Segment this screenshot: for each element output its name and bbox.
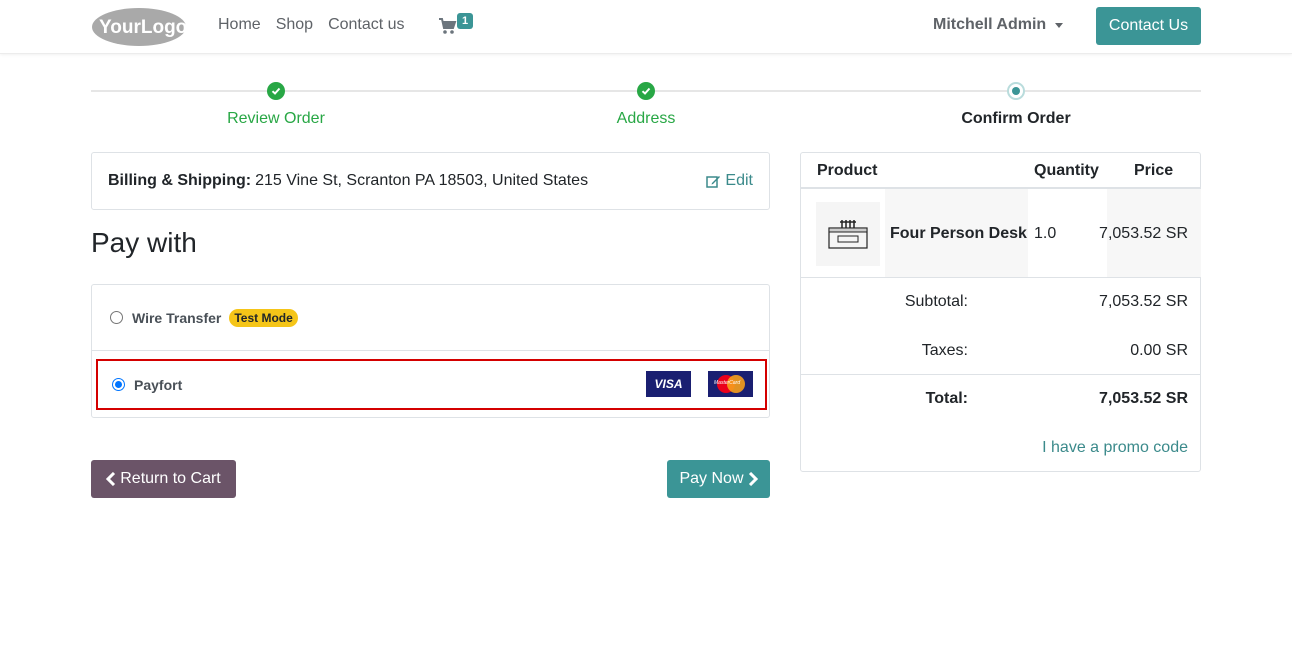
column-header-price: Price: [1134, 162, 1174, 179]
return-to-cart-button[interactable]: Return to Cart: [91, 460, 236, 498]
product-quantity: 1.0: [1034, 225, 1057, 242]
logo-text: YourLogo: [99, 17, 187, 38]
summary-table-header: Product Quantity Price: [801, 153, 1200, 189]
site-logo[interactable]: YourLogo: [91, 6, 187, 47]
edit-icon: [706, 175, 721, 188]
edit-address-link[interactable]: Edit: [706, 172, 753, 190]
contact-us-button[interactable]: Contact Us: [1096, 7, 1201, 45]
divider: [801, 374, 1200, 375]
nav-contact-us[interactable]: Contact us: [328, 16, 404, 34]
wizard-step-confirm-order: Confirm Order: [916, 82, 1116, 128]
taxes-value: 0.00 SR: [1130, 342, 1188, 359]
check-circle-icon: [637, 82, 655, 100]
product-price: 7,053.52 SR: [1099, 225, 1188, 242]
pay-now-button[interactable]: Pay Now: [667, 460, 770, 498]
payment-option-wire-transfer[interactable]: Wire Transfer Test Mode: [92, 285, 769, 351]
wizard-step-address[interactable]: Address: [546, 82, 746, 128]
step-label: Review Order: [227, 110, 325, 127]
nav-shop[interactable]: Shop: [276, 16, 313, 34]
chevron-left-icon: [106, 472, 116, 486]
payment-method-name: Wire Transfer: [132, 309, 222, 326]
product-image[interactable]: [816, 202, 880, 266]
step-label: Confirm Order: [961, 110, 1071, 127]
billing-shipping-card: Billing & Shipping: 215 Vine St, Scranto…: [91, 152, 770, 210]
cart-count-badge[interactable]: 1: [457, 13, 474, 29]
billing-address: 215 Vine St, Scranton PA 18503, United S…: [255, 172, 589, 189]
user-name: Mitchell Admin: [933, 16, 1047, 33]
nav-home[interactable]: Home: [218, 16, 261, 34]
payfort-radio[interactable]: [112, 378, 125, 391]
return-label: Return to Cart: [120, 470, 221, 487]
order-summary-card: Product Quantity Price Four Person Desk …: [800, 152, 1201, 472]
mastercard-logo-icon: MasterCard: [708, 371, 753, 397]
chevron-down-icon: [1055, 22, 1064, 28]
user-menu[interactable]: Mitchell Admin: [933, 16, 1064, 34]
subtotal-label: Subtotal:: [904, 293, 968, 310]
wire-transfer-radio[interactable]: [110, 311, 123, 324]
total-label: Total:: [925, 390, 968, 407]
subtotal-value: 7,053.52 SR: [1099, 293, 1188, 310]
payment-methods-card: Wire Transfer Test Mode Payfort VISA Mas…: [91, 284, 770, 418]
payment-option-payfort[interactable]: Payfort VISA MasterCard: [96, 359, 767, 410]
current-step-icon: [1007, 82, 1025, 100]
total-value: 7,053.52 SR: [1099, 390, 1188, 407]
visa-logo-icon: VISA: [646, 371, 691, 397]
test-mode-badge: Test Mode: [229, 308, 298, 327]
edit-label: Edit: [725, 172, 753, 189]
cart-icon[interactable]: [438, 17, 458, 35]
check-circle-icon: [267, 82, 285, 100]
payment-method-name: Payfort: [134, 376, 183, 393]
table-row: Four Person Desk 1.0 7,053.52 SR: [801, 189, 1201, 278]
step-label: Address: [616, 110, 676, 127]
taxes-label: Taxes:: [921, 342, 968, 359]
wizard-step-review-order[interactable]: Review Order: [176, 82, 376, 128]
site-header: YourLogo Home Shop Contact us 1 Mitchell…: [0, 0, 1292, 54]
column-header-quantity: Quantity: [1034, 162, 1099, 179]
chevron-right-icon: [748, 472, 758, 486]
promo-code-link[interactable]: I have a promo code: [1042, 439, 1188, 457]
column-header-product: Product: [817, 162, 878, 179]
main-nav: Home Shop Contact us: [218, 16, 420, 34]
pay-with-heading: Pay with: [91, 227, 197, 258]
product-name[interactable]: Four Person Desk: [890, 225, 1027, 243]
billing-label: Billing & Shipping:: [108, 172, 252, 189]
pay-label: Pay Now: [679, 470, 744, 487]
